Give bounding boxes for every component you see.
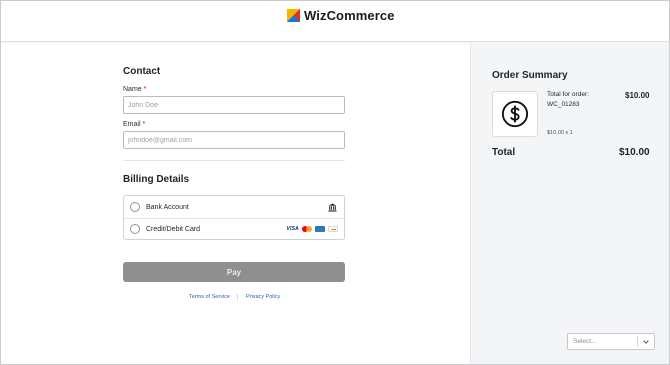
order-item-price: $10.00 <box>625 91 650 100</box>
brand-name: WizCommerce <box>304 7 395 23</box>
email-input[interactable] <box>123 131 345 149</box>
language-select-placeholder: Select... <box>573 338 597 345</box>
contact-heading: Contact <box>123 66 161 77</box>
payment-option-bank[interactable]: Bank Account <box>124 196 344 219</box>
pay-button[interactable]: Pay <box>123 262 345 282</box>
email-required-mark: * <box>142 121 146 128</box>
chevron-down-icon[interactable] <box>642 338 650 346</box>
payment-option-card[interactable]: Credit/Debit Card VISA <box>124 218 344 240</box>
order-item-id: WC_01283 <box>547 101 580 108</box>
email-label-group: Email * <box>123 121 145 128</box>
visa-icon: VISA <box>286 226 299 232</box>
terms-of-service-link[interactable]: Terms of Service <box>189 294 230 300</box>
order-summary-heading: Order Summary <box>492 70 568 81</box>
bank-radio[interactable] <box>130 202 140 212</box>
payment-method-list: Bank Account Credit/Debit Card VISA <box>123 195 345 240</box>
wizcommerce-logo-icon <box>287 8 300 22</box>
bank-option-label: Bank Account <box>146 203 189 211</box>
card-option-label: Credit/Debit Card <box>146 225 201 233</box>
dollar-coin-icon <box>501 100 529 128</box>
total-label: Total <box>492 147 516 158</box>
mastercard-icon <box>302 226 312 232</box>
name-label-group: Name * <box>123 86 146 93</box>
header-bar: WizCommerce <box>1 1 669 42</box>
discover-icon <box>328 226 338 232</box>
billing-heading: Billing Details <box>123 174 190 185</box>
total-value: $10.00 <box>619 147 650 158</box>
order-item-title: Total for order: <box>547 91 589 98</box>
name-input[interactable] <box>123 96 345 114</box>
language-select[interactable]: Select... <box>567 333 655 350</box>
section-divider <box>123 160 345 161</box>
bank-icon <box>328 202 337 212</box>
select-separator <box>637 336 638 347</box>
order-item-thumbnail <box>492 91 538 137</box>
name-required-mark: * <box>143 86 147 93</box>
card-brand-icons: VISA <box>287 226 338 232</box>
name-label: Name <box>123 86 142 93</box>
email-label: Email <box>123 121 141 128</box>
card-radio[interactable] <box>130 224 140 234</box>
amex-icon <box>315 226 325 232</box>
order-item-qty: $10.00 x 1 <box>547 130 573 136</box>
privacy-policy-link[interactable]: Privacy Policy <box>246 294 280 300</box>
checkout-page: WizCommerce Contact Name * Email * Billi… <box>0 0 670 365</box>
link-separator <box>237 294 238 300</box>
brand: WizCommerce <box>287 7 395 23</box>
